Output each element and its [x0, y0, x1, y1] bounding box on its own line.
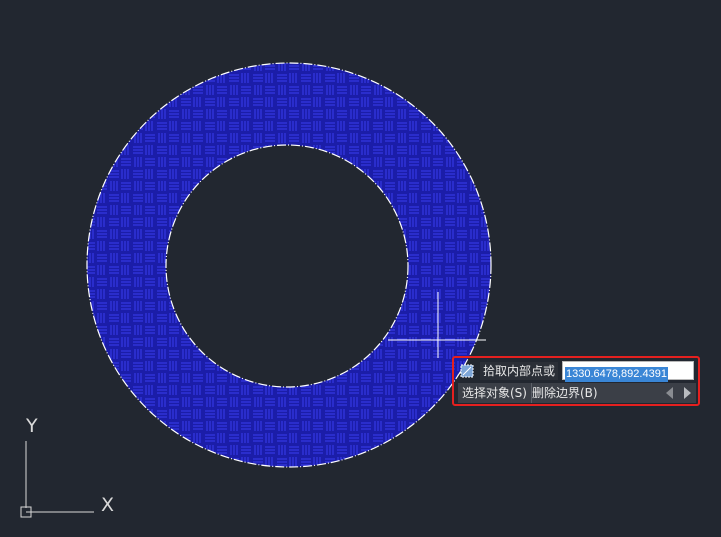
ucs-x-axis-label: X [101, 494, 115, 516]
option-select-objects[interactable]: 选择对象(S) [462, 383, 532, 403]
ucs-y-axis-label: Y [26, 415, 38, 437]
inner-boundary-circle[interactable] [165, 144, 409, 388]
option-remove-boundaries[interactable]: 删除边界(B) [532, 383, 598, 403]
coordinate-input-value[interactable]: 1330.6478,892.4391 [565, 367, 668, 382]
drawing-canvas[interactable]: Y X 拾取内部点或 1330.6478,892.4391 选择对象(S) 删除… [0, 0, 721, 537]
coordinate-input-field[interactable]: 1330.6478,892.4391 [562, 361, 694, 382]
hatch-region[interactable] [87, 63, 492, 467]
pick-point-icon [460, 364, 474, 378]
dynamic-input-options-row: 选择对象(S) 删除边界(B) [458, 383, 696, 403]
arrow-right-icon[interactable] [684, 387, 691, 399]
arrow-left-icon[interactable] [666, 387, 673, 399]
ucs-icon [20, 441, 94, 518]
dynamic-input-panel: 拾取内部点或 1330.6478,892.4391 选择对象(S) 删除边界(B… [452, 356, 700, 406]
drawing-viewport[interactable] [0, 0, 721, 537]
dynamic-input-prompt-row: 拾取内部点或 1330.6478,892.4391 [458, 360, 696, 382]
command-prompt-label: 拾取内部点或 [480, 362, 559, 380]
